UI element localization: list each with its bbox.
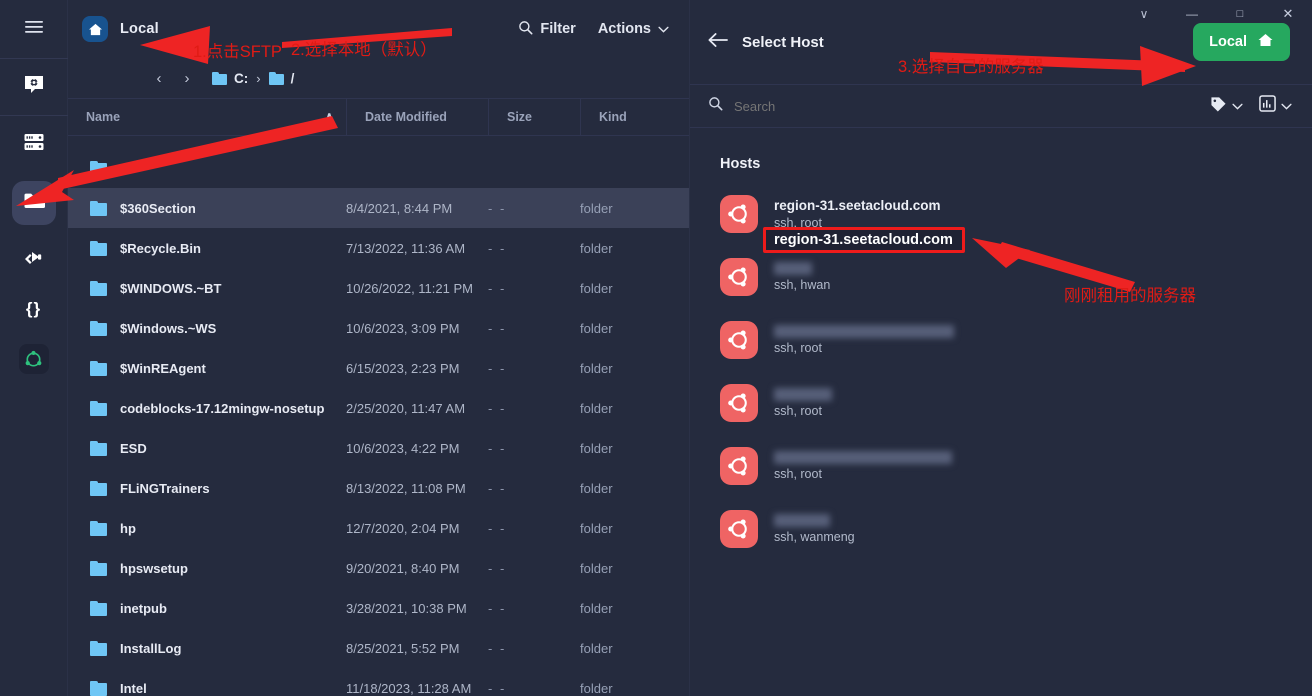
close-icon[interactable]: ✕: [1264, 6, 1312, 22]
highlighted-host-name-box: region-31.seetacloud.com: [763, 227, 965, 253]
annotation-arrows: [16, 26, 1196, 292]
highlighted-host-name: region-31.seetacloud.com: [774, 232, 953, 248]
annotation-step-2: 2.选择本地（默认）: [291, 41, 437, 59]
annotation-note-1: 刚刚租用的服务器: [1064, 287, 1196, 305]
annotation-step-1: 1.点击SFTP: [193, 43, 282, 61]
maximize-icon[interactable]: □: [1216, 8, 1264, 20]
minimize-icon[interactable]: —: [1168, 7, 1216, 21]
chevron-down-icon[interactable]: ∨: [1120, 7, 1168, 21]
app-window: ∨ — □ ✕ {} Local Filter Actions ‹ › C: ›…: [0, 0, 1312, 696]
window-controls: ∨ — □ ✕: [1120, 0, 1312, 28]
annotation-step-3: 3.选择自己的服务器: [898, 58, 1044, 76]
